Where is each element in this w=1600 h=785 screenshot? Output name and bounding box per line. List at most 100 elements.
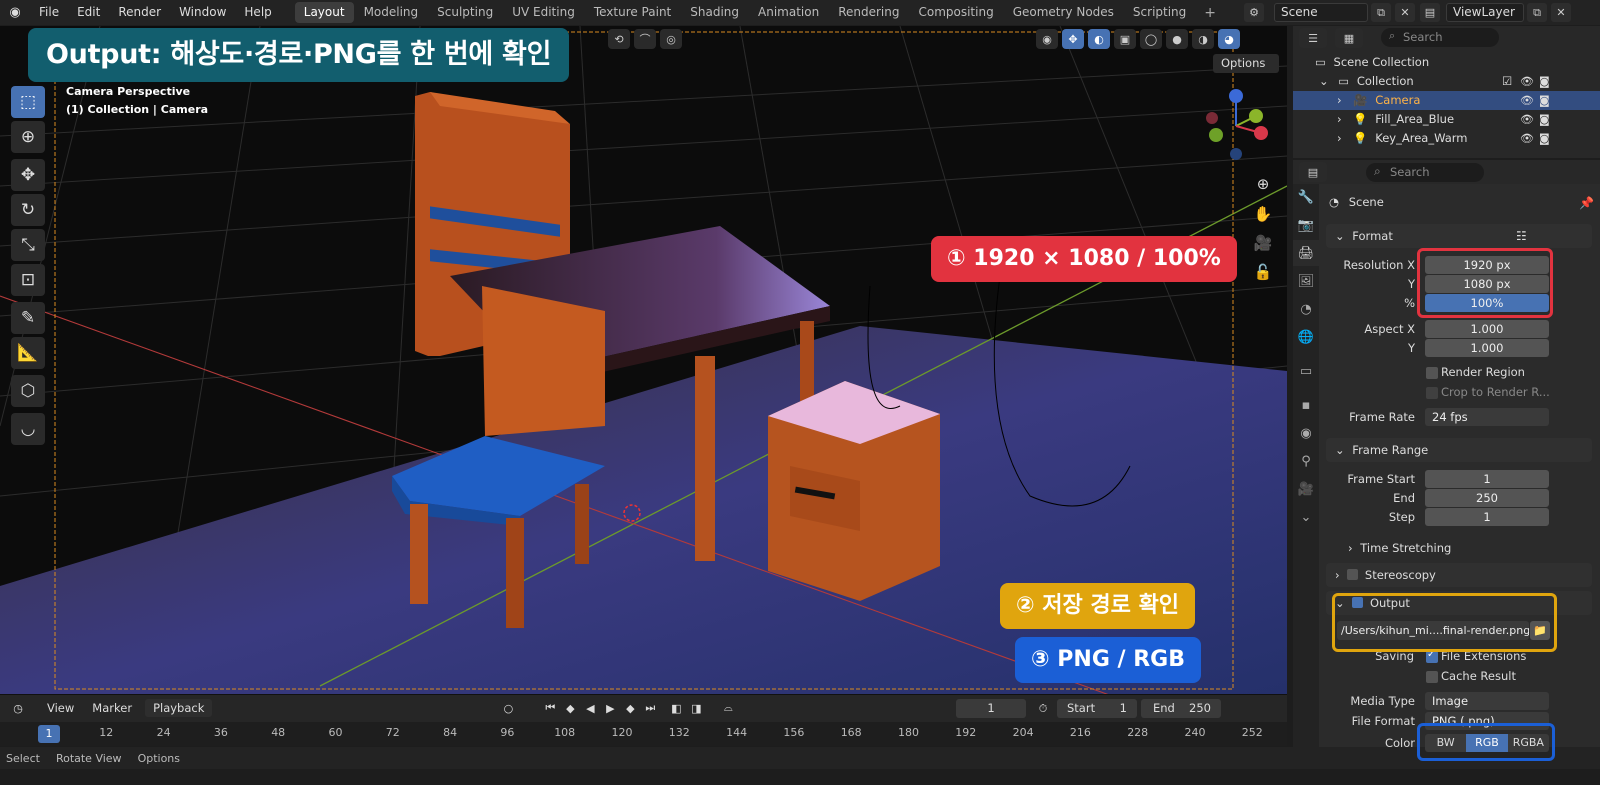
- display-mode-icon[interactable]: ▦: [1335, 28, 1363, 48]
- tab-uv-editing[interactable]: UV Editing: [503, 2, 584, 23]
- render-icon[interactable]: ◙: [1539, 129, 1550, 148]
- outliner-type-icon[interactable]: ☰: [1299, 28, 1327, 48]
- aspect-y-field[interactable]: 1.000: [1425, 339, 1549, 357]
- pin-icon[interactable]: 📌: [1579, 196, 1594, 210]
- next-keyframe-icon[interactable]: ◆: [620, 699, 640, 718]
- tab-animation[interactable]: Animation: [749, 2, 828, 23]
- 3d-viewport[interactable]: ⟲ ⌒ ◎ ◉ ✥ ◐ ▣ ◯ ● ◑ ◕ Options Camera Per…: [0, 26, 1287, 706]
- menu-file[interactable]: File: [30, 0, 68, 25]
- overlay-toggle-icon[interactable]: ◐: [1088, 29, 1110, 49]
- outliner-search-input[interactable]: Search: [1381, 28, 1499, 47]
- outliner-key-light[interactable]: › 💡 Key_Area_Warm 👁 ◙: [1293, 129, 1600, 148]
- tab-rendering[interactable]: Rendering: [829, 2, 908, 23]
- current-frame-field[interactable]: 1: [956, 699, 1026, 718]
- start-frame-field[interactable]: Start 1: [1057, 699, 1137, 718]
- menu-render[interactable]: Render: [109, 0, 170, 25]
- presets-icon[interactable]: ☷: [1516, 229, 1527, 243]
- eye-icon[interactable]: 👁: [1520, 91, 1534, 110]
- add-cube-icon[interactable]: ⬡: [11, 375, 45, 407]
- add-workspace-icon[interactable]: +: [1196, 5, 1224, 21]
- panel-format-header[interactable]: ⌄ Format: [1326, 224, 1592, 248]
- proportional-edit-icon[interactable]: ◎: [660, 29, 682, 49]
- render-icon[interactable]: ◙: [1539, 91, 1550, 110]
- move-icon[interactable]: ✥: [11, 159, 45, 191]
- render-tab-icon[interactable]: 📷: [1293, 212, 1319, 238]
- eye-icon[interactable]: 👁: [1520, 129, 1534, 148]
- xray-icon[interactable]: ▣: [1114, 29, 1136, 49]
- view-layer-selector[interactable]: ViewLayer: [1446, 3, 1524, 22]
- properties-search-input[interactable]: Search: [1366, 163, 1484, 182]
- outliner-fill-light[interactable]: › 💡 Fill_Area_Blue 👁 ◙: [1293, 110, 1600, 129]
- tab-sculpting[interactable]: Sculpting: [428, 2, 502, 23]
- outliner-camera[interactable]: › 🎥 Camera 👁 ◙: [1293, 91, 1600, 110]
- wireframe-shading-icon[interactable]: ◯: [1140, 29, 1162, 49]
- frame-ruler[interactable]: 1 12 24 36 48 60 72 84 96 108 120 132 144 156 168 180 1…: [0, 722, 1287, 746]
- menu-window[interactable]: Window: [170, 0, 235, 25]
- jump-end-icon[interactable]: ⏭: [640, 699, 660, 718]
- select-box-icon[interactable]: ⬚: [11, 86, 45, 118]
- material-shading-icon[interactable]: ◑: [1192, 29, 1214, 49]
- eye-icon[interactable]: 👁: [1520, 110, 1534, 129]
- frame-end-field[interactable]: 250: [1425, 489, 1549, 507]
- viewport-options-dropdown[interactable]: Options: [1213, 54, 1279, 73]
- zoom-icon[interactable]: ⊕: [1251, 173, 1275, 195]
- editor-type-icon[interactable]: ◷: [8, 699, 28, 718]
- transform-icon[interactable]: ⊡: [11, 264, 45, 296]
- play-reverse-icon[interactable]: ◀: [580, 699, 600, 718]
- panel-stereoscopy-header[interactable]: › Stereoscopy: [1326, 563, 1592, 587]
- cache-result-checkbox[interactable]: [1426, 671, 1438, 683]
- play-icon[interactable]: ▶: [600, 699, 620, 718]
- outliner-scene-collection[interactable]: ▭ Scene Collection: [1293, 53, 1600, 72]
- menu-edit[interactable]: Edit: [68, 0, 109, 25]
- tab-scripting[interactable]: Scripting: [1124, 2, 1195, 23]
- pan-hand-icon[interactable]: ✋: [1251, 203, 1275, 225]
- crop-region-checkbox[interactable]: [1426, 387, 1438, 399]
- panel-frame-range-header[interactable]: ⌄ Frame Range: [1326, 438, 1592, 462]
- menu-help[interactable]: Help: [235, 0, 280, 25]
- timeline-menu-marker[interactable]: Marker: [83, 701, 141, 715]
- playback-dropdown[interactable]: Playback: [145, 699, 213, 717]
- file-extensions-checkbox[interactable]: [1426, 649, 1438, 663]
- cursor-icon[interactable]: ⊕: [11, 121, 45, 153]
- playhead[interactable]: 1: [38, 725, 60, 743]
- rotate-icon[interactable]: ↻: [11, 194, 45, 226]
- render-icon[interactable]: ◙: [1539, 72, 1550, 91]
- frame-start-field[interactable]: 1: [1425, 470, 1549, 488]
- blender-logo-icon[interactable]: ◉: [0, 0, 30, 25]
- scene-selector[interactable]: Scene: [1274, 3, 1368, 22]
- collection-tab-icon[interactable]: ▭: [1293, 358, 1319, 384]
- rendered-shading-icon[interactable]: ◕: [1218, 29, 1240, 49]
- tab-shading[interactable]: Shading: [681, 2, 748, 23]
- tool-tab-icon[interactable]: 🔧: [1293, 184, 1319, 210]
- annotate-icon[interactable]: ✎: [11, 302, 45, 334]
- solid-shading-icon[interactable]: ●: [1166, 29, 1188, 49]
- end-frame-field[interactable]: End 250: [1141, 699, 1221, 718]
- new-scene-icon[interactable]: ⧉: [1371, 3, 1391, 22]
- stopwatch-icon[interactable]: ⏱: [1033, 699, 1053, 718]
- timeline-menu-view[interactable]: View: [38, 701, 83, 715]
- delete-scene-icon[interactable]: ✕: [1395, 3, 1415, 22]
- tab-compositing[interactable]: Compositing: [909, 2, 1002, 23]
- render-region-checkbox[interactable]: [1426, 367, 1438, 379]
- new-view-layer-icon[interactable]: ⧉: [1527, 3, 1547, 22]
- frame-rate-dropdown[interactable]: 24 fps: [1425, 408, 1549, 426]
- snap-icon[interactable]: ⌒: [634, 29, 656, 49]
- lock-icon[interactable]: 🔓: [1251, 261, 1275, 283]
- properties-type-icon[interactable]: ▤: [1299, 162, 1327, 182]
- delete-view-layer-icon[interactable]: ✕: [1551, 3, 1571, 22]
- scale-icon[interactable]: ⤡: [11, 229, 45, 261]
- tab-texture-paint[interactable]: Texture Paint: [585, 2, 680, 23]
- gizmo-toggle-icon[interactable]: ✥: [1062, 29, 1084, 49]
- frame-step-field[interactable]: 1: [1425, 508, 1549, 526]
- aspect-x-field[interactable]: 1.000: [1425, 320, 1549, 338]
- checkbox-icon[interactable]: ☑: [1502, 72, 1512, 91]
- keying-icon[interactable]: ◧: [666, 699, 686, 718]
- prev-keyframe-icon[interactable]: ◆: [560, 699, 580, 718]
- curve-icon[interactable]: ◡: [11, 413, 45, 445]
- jump-start-icon[interactable]: ⏮: [540, 699, 560, 718]
- transform-pivot-icon[interactable]: ⟲: [608, 29, 630, 49]
- keyframe-icon[interactable]: ◨: [686, 699, 706, 718]
- measure-icon[interactable]: 📐: [11, 337, 45, 369]
- tab-modeling[interactable]: Modeling: [355, 2, 428, 23]
- auto-key-icon[interactable]: ⌓: [718, 699, 738, 718]
